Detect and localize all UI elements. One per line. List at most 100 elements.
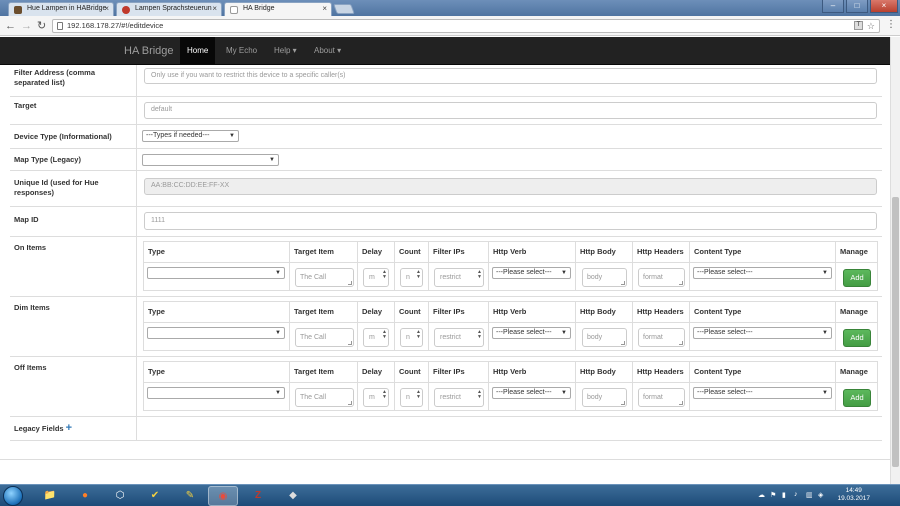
app-brand[interactable]: HA Bridge — [124, 37, 174, 65]
add-on-item-button[interactable]: Add — [843, 269, 871, 287]
item-count-input[interactable]: n ▲ ▼ — [400, 328, 423, 347]
reload-icon[interactable]: ↻ — [37, 19, 46, 33]
url-input[interactable]: 192.168.178.27/#!/editdevice T ☆ — [52, 19, 880, 33]
item-delay-input[interactable]: m ▲ ▼ — [363, 268, 389, 287]
item-type-select[interactable]: ▼ — [147, 387, 285, 399]
item-body-textarea[interactable]: body — [582, 388, 627, 407]
new-tab-button[interactable] — [333, 4, 355, 14]
back-arrow-icon[interactable]: ← — [5, 19, 16, 33]
maximize-window-icon[interactable]: □ — [846, 0, 868, 13]
page-scrollbar[interactable] — [890, 37, 900, 484]
nav-home[interactable]: Home — [180, 37, 216, 65]
item-delay-input[interactable]: m ▲ ▼ — [363, 328, 389, 347]
virtualbox-icon[interactable]: ⬡ — [105, 486, 135, 506]
chevron-down-icon: ▼ — [269, 157, 275, 163]
item-verb-select[interactable]: ---Please select--- ▼ — [492, 267, 571, 279]
legacy-fields-row: Legacy Fields + — [10, 417, 882, 441]
item-type-select[interactable]: ▼ — [147, 267, 285, 279]
close-tab-icon[interactable]: × — [322, 3, 327, 15]
item-headers-textarea[interactable]: format — [638, 328, 685, 347]
tools-icon[interactable]: ✎ — [175, 486, 205, 506]
close-window-icon[interactable]: × — [870, 0, 898, 13]
tray-icon[interactable]: ◈ — [818, 491, 823, 499]
item-count-input[interactable]: n ▲ ▼ — [400, 388, 423, 407]
item-verb-select[interactable]: ---Please select--- ▼ — [492, 387, 571, 399]
checklist-icon[interactable]: ✔ — [140, 486, 170, 506]
firefox-icon[interactable]: ● — [70, 486, 100, 506]
map-type-select[interactable]: ▼ — [142, 154, 279, 166]
network-icon[interactable]: ▮ — [782, 491, 786, 499]
item-content-type-select[interactable]: ---Please select--- ▼ — [693, 267, 832, 279]
close-tab-icon[interactable]: × — [104, 3, 109, 15]
map-id-input[interactable]: 1111 — [144, 212, 877, 230]
chevron-down-icon: ▼ — [561, 330, 567, 336]
item-filter-input[interactable]: restrict ▲ ▼ — [434, 328, 484, 347]
filter-address-row: Filter Address (comma separated list) On… — [10, 65, 882, 97]
item-filter-input[interactable]: restrict ▲ ▼ — [434, 388, 484, 407]
close-tab-icon[interactable]: × — [212, 3, 217, 15]
cell-delay: m ▲ ▼ — [358, 262, 395, 291]
browser-tabstrip: Hue Lampen in HABridge × Lampen Sprachst… — [0, 0, 900, 16]
filezilla-icon[interactable]: Z — [243, 486, 273, 506]
explorer-icon[interactable]: 📁 — [35, 486, 65, 506]
item-body-textarea[interactable]: body — [582, 268, 627, 287]
scrollbar-thumb[interactable] — [892, 197, 899, 467]
tab-title: HA Bridge — [243, 5, 275, 12]
on-items-label: On Items — [10, 237, 137, 296]
cell-verb: ---Please select--- ▼ — [489, 382, 576, 411]
signal-icon[interactable]: ▥ — [806, 491, 813, 499]
volume-icon[interactable]: ♪ — [794, 491, 798, 498]
chevron-down-icon: ▼ — [561, 270, 567, 276]
item-headers-textarea[interactable]: format — [638, 388, 685, 407]
dim-items-label: Dim Items — [10, 297, 137, 356]
off-items-label: Off Items — [10, 357, 137, 416]
item-content-type-select[interactable]: ---Please select--- ▼ — [693, 327, 832, 339]
add-off-item-button[interactable]: Add — [843, 389, 871, 407]
translate-icon[interactable]: T — [854, 21, 863, 30]
nav-help[interactable]: Help ▾ — [267, 37, 304, 65]
app-icon[interactable]: ◆ — [278, 486, 308, 506]
cell-headers: format — [633, 322, 690, 351]
filter-address-input[interactable]: Only use if you want to restrict this de… — [144, 68, 877, 84]
item-verb-select[interactable]: ---Please select--- ▼ — [492, 327, 571, 339]
browser-tab-2[interactable]: Lampen Sprachsteuerun × — [116, 2, 222, 16]
item-body-textarea[interactable]: body — [582, 328, 627, 347]
nav-about[interactable]: About ▾ — [307, 37, 348, 65]
legacy-fields-label[interactable]: Legacy Fields + — [10, 417, 137, 440]
start-button[interactable] — [3, 486, 23, 506]
browser-tab-3[interactable]: HA Bridge × — [224, 2, 332, 16]
browser-menu-icon[interactable]: ⋮ — [886, 19, 896, 30]
forward-arrow-icon[interactable]: → — [21, 19, 32, 33]
item-count-input[interactable]: n ▲ ▼ — [400, 268, 423, 287]
browser-tab-1[interactable]: Hue Lampen in HABridge × — [8, 2, 114, 16]
plus-icon[interactable]: + — [66, 422, 72, 434]
add-dim-item-button[interactable]: Add — [843, 329, 871, 347]
item-type-select[interactable]: ▼ — [147, 327, 285, 339]
cloud-icon[interactable]: ☁ — [758, 491, 765, 499]
device-type-select[interactable]: ---Types if needed--- ▼ — [142, 130, 239, 142]
flag-icon[interactable]: ⚑ — [770, 491, 776, 499]
windows-taskbar: 📁 ● ⬡ ✔ ✎ ◉ Z ◆ ☁ ⚑ ▮ ♪ ▥ ◈ 14:49 19.03.… — [0, 484, 900, 506]
cell-content-type: ---Please select--- ▼ — [690, 322, 836, 351]
nav-my-echo[interactable]: My Echo — [219, 37, 264, 65]
bookmark-star-icon[interactable]: ☆ — [867, 20, 875, 32]
col-type: Type — [144, 302, 290, 322]
item-delay-input[interactable]: m ▲ ▼ — [363, 388, 389, 407]
item-target-textarea[interactable]: The Call — [295, 328, 354, 347]
cell-verb: ---Please select--- ▼ — [489, 322, 576, 351]
item-target-textarea[interactable]: The Call — [295, 388, 354, 407]
page-info-icon[interactable] — [57, 22, 63, 30]
chrome-icon[interactable]: ◉ — [208, 486, 238, 506]
tab-favicon-icon — [14, 6, 22, 14]
target-input[interactable]: default — [144, 102, 877, 119]
item-headers-textarea[interactable]: format — [638, 268, 685, 287]
url-text: 192.168.178.27/#!/editdevice — [67, 21, 164, 30]
cell-filter: restrict ▲ ▼ — [429, 262, 489, 291]
app-navbar: HA Bridge Home My Echo Help ▾ About ▾ — [0, 37, 890, 65]
minimize-window-icon[interactable]: – — [822, 0, 844, 13]
item-target-textarea[interactable]: The Call — [295, 268, 354, 287]
item-content-type-select[interactable]: ---Please select--- ▼ — [693, 387, 832, 399]
item-filter-input[interactable]: restrict ▲ ▼ — [434, 268, 484, 287]
cell-content-type: ---Please select--- ▼ — [690, 262, 836, 291]
taskbar-clock[interactable]: 14:49 19.03.2017 — [837, 487, 870, 503]
